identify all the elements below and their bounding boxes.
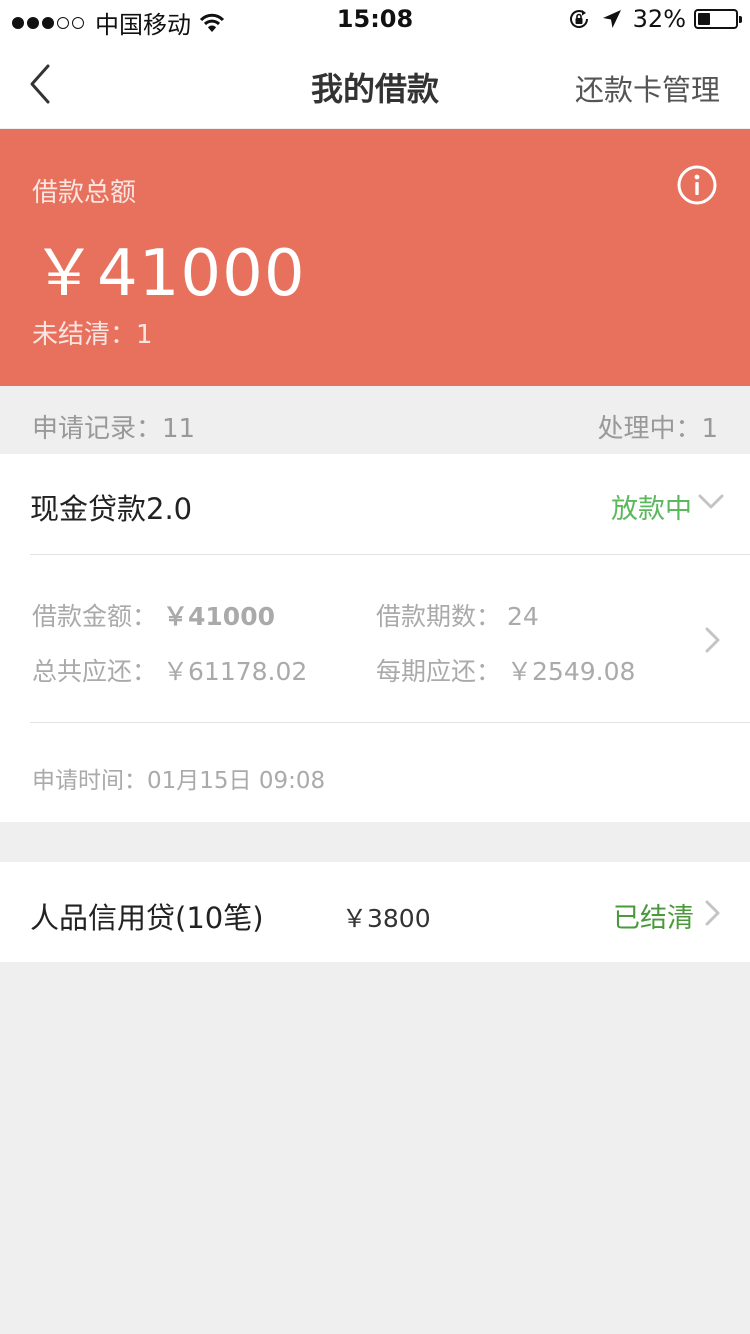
loan-status: 放款中: [611, 494, 692, 525]
chevron-right-icon[interactable]: [704, 626, 722, 654]
battery-percent: 32%: [632, 5, 686, 33]
loan-amount-label: 借款金额：: [32, 602, 158, 631]
divider: [30, 722, 750, 723]
info-icon[interactable]: [676, 164, 718, 206]
loan-periods: 借款期数： 24: [376, 597, 539, 633]
chevron-right-icon[interactable]: [704, 899, 722, 927]
loan-amount: 借款金额： ￥41000: [32, 597, 275, 633]
unsettled-count: 未结清：1: [32, 320, 153, 350]
loan-row-name: 人品信用贷(10笔): [30, 901, 264, 935]
nav-bar: 我的借款 还款卡管理: [0, 40, 750, 128]
total-repayment-value: ￥61178.02: [163, 657, 308, 686]
per-period-repayment-label: 每期应还：: [376, 657, 502, 686]
loan-amount-value: ￥41000: [163, 602, 275, 631]
application-records-count: 申请记录：11: [32, 414, 196, 444]
processing-count: 处理中：1: [597, 414, 718, 444]
loan-product-name: 现金贷款2.0: [30, 492, 193, 526]
status-bar-right: 32%: [567, 5, 742, 33]
stats-row: 申请记录：11 处理中：1: [0, 386, 750, 454]
loan-periods-label: 借款期数：: [376, 602, 502, 631]
status-bar: 中国移动 15:08 32%: [0, 0, 750, 40]
battery-fill: [698, 13, 710, 25]
apply-time: 申请时间：01月15日 09:08: [32, 768, 326, 794]
loan-card-header[interactable]: 现金贷款2.0 放款中: [0, 454, 750, 554]
loan-row-status: 已结清: [613, 903, 694, 934]
loan-details[interactable]: 借款金额： ￥41000 借款期数： 24 总共应还： ￥61178.02 每期应还：…: [0, 555, 750, 722]
battery-icon: [694, 9, 742, 29]
loan-summary-banner: 借款总额 ￥41000 未结清：1: [0, 129, 750, 386]
total-loan-label: 借款总额: [32, 178, 137, 208]
loan-periods-value: 24: [507, 602, 539, 631]
total-repayment: 总共应还： ￥61178.02: [32, 652, 307, 688]
orientation-lock-icon: [569, 10, 588, 28]
chevron-down-icon[interactable]: [698, 493, 724, 511]
settled-loan-row[interactable]: 人品信用贷(10笔) ￥3800 已结清: [0, 862, 750, 962]
loan-card: 现金贷款2.0 放款中 借款金额： ￥41000 借款期数： 24 总共应还： ￥61…: [0, 454, 750, 822]
per-period-repayment: 每期应还： ￥2549.08: [376, 652, 635, 688]
location-arrow-icon: [602, 10, 621, 28]
repayment-card-management-button[interactable]: 还款卡管理: [575, 67, 720, 109]
per-period-repayment-value: ￥2549.08: [507, 657, 636, 686]
total-repayment-label: 总共应还：: [32, 657, 158, 686]
loan-row-amount: ￥3800: [342, 904, 431, 933]
total-loan-amount: ￥41000: [32, 237, 306, 311]
